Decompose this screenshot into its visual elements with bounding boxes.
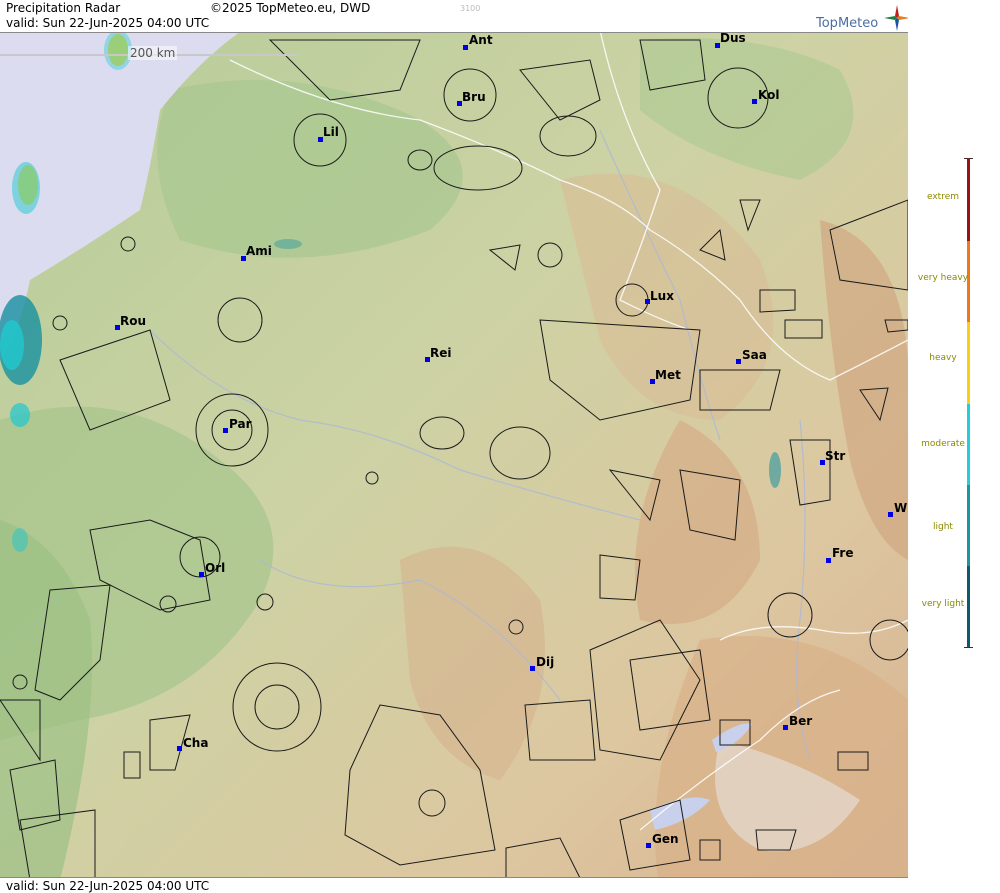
legend-label-very-light: very light [921, 599, 965, 609]
city-marker [530, 666, 535, 671]
city-marker [736, 359, 741, 364]
legend-bottom-cap [964, 647, 973, 648]
city-marker [783, 725, 788, 730]
header-bar: Precipitation Radar ©2025 TopMeteo.eu, D… [0, 0, 908, 33]
topmeteo-logo[interactable]: TopMeteo [814, 5, 908, 31]
copyright-text: ©2025 TopMeteo.eu, DWD [210, 1, 371, 15]
city-marker [463, 45, 468, 50]
legend-label-very-heavy: very heavy [917, 273, 969, 283]
city-label-w[interactable]: W [894, 501, 907, 515]
legend-label-heavy: heavy [929, 353, 957, 363]
city-marker [199, 572, 204, 577]
city-label-ami[interactable]: Ami [246, 244, 272, 258]
city-label-gen[interactable]: Gen [652, 832, 679, 846]
faint-code: 3100 [460, 4, 481, 13]
city-marker [888, 512, 893, 517]
terrain-layer [0, 0, 908, 893]
city-label-rou[interactable]: Rou [120, 314, 146, 328]
footer-valid-time: valid: Sun 22-Jun-2025 04:00 UTC [6, 879, 210, 893]
logo-text: TopMeteo [816, 16, 879, 31]
map-title: Precipitation Radar [6, 1, 121, 15]
scale-label: 200 km [128, 46, 178, 60]
city-label-ber[interactable]: Ber [789, 714, 812, 728]
city-label-orl[interactable]: Orl [205, 561, 225, 575]
legend-label-moderate: moderate [921, 439, 965, 449]
city-label-cha[interactable]: Cha [183, 736, 208, 750]
city-label-rei[interactable]: Rei [430, 346, 452, 360]
city-marker [646, 843, 651, 848]
legend-label-light: light [933, 522, 953, 532]
footer-bar: valid: Sun 22-Jun-2025 04:00 UTC [0, 877, 908, 893]
city-label-str[interactable]: Str [825, 449, 845, 463]
city-marker [826, 558, 831, 563]
city-label-fre[interactable]: Fre [832, 546, 854, 560]
city-marker [752, 99, 757, 104]
city-label-dus[interactable]: Dus [720, 31, 746, 45]
intensity-legend: extrem very heavy heavy moderate light v… [908, 0, 1000, 893]
city-marker [223, 428, 228, 433]
city-marker [177, 746, 182, 751]
legend-label-extrem: extrem [926, 192, 960, 202]
city-label-met[interactable]: Met [655, 368, 681, 382]
city-label-par[interactable]: Par [229, 417, 252, 431]
radar-map[interactable]: Precipitation Radar ©2025 TopMeteo.eu, D… [0, 0, 908, 893]
compass-star-icon [884, 5, 908, 31]
city-label-lux[interactable]: Lux [650, 289, 674, 303]
city-label-lil[interactable]: Lil [323, 125, 339, 139]
scale-bar: 200 km [0, 46, 300, 62]
valid-time: valid: Sun 22-Jun-2025 04:00 UTC [6, 16, 210, 30]
city-label-dij[interactable]: Dij [536, 655, 554, 669]
legend-swatch-heavy [967, 322, 970, 404]
city-label-saa[interactable]: Saa [742, 348, 767, 362]
city-label-bru[interactable]: Bru [462, 90, 486, 104]
city-label-ant[interactable]: Ant [469, 33, 493, 47]
city-label-kol[interactable]: Kol [758, 88, 779, 102]
